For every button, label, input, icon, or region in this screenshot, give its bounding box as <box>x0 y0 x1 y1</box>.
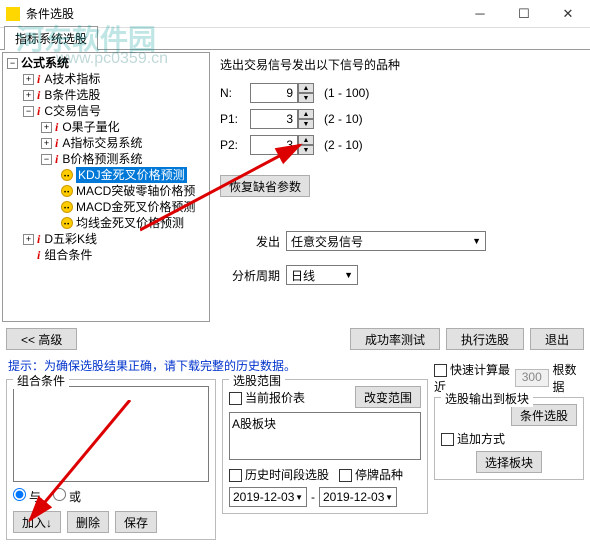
tree-item-a[interactable]: A技术指标 <box>44 71 100 87</box>
delete-button[interactable]: 删除 <box>67 511 109 533</box>
period-select[interactable]: 日线 ▼ <box>286 265 358 285</box>
p2-label: P2: <box>220 138 250 152</box>
p1-label: P1: <box>220 112 250 126</box>
signal-select[interactable]: 任意交易信号 ▼ <box>286 231 486 251</box>
tree-item-c[interactable]: C交易信号 <box>44 103 101 119</box>
expander-icon[interactable]: − <box>7 58 18 69</box>
tree-item-c-o[interactable]: O果子量化 <box>62 119 119 135</box>
tree-item-c-b[interactable]: B价格预测系统 <box>62 151 142 167</box>
radio-or[interactable]: 或 <box>53 488 81 505</box>
expander-icon[interactable]: + <box>23 234 34 245</box>
spin-down-icon[interactable]: ▼ <box>298 119 314 129</box>
chevron-down-icon: ▼ <box>344 270 353 280</box>
signal-value: 任意交易信号 <box>291 233 363 250</box>
expander-icon[interactable]: + <box>23 74 34 85</box>
unit-label: 根数据 <box>553 361 585 395</box>
smile-icon <box>61 217 73 229</box>
spin-up-icon[interactable]: ▲ <box>298 135 314 145</box>
combo-listbox[interactable] <box>13 386 209 482</box>
p1-input[interactable] <box>250 109 298 129</box>
chevron-down-icon: ▼ <box>472 236 481 246</box>
smile-icon <box>61 169 73 181</box>
smile-icon <box>61 201 73 213</box>
p2-range: (2 - 10) <box>324 138 363 152</box>
success-test-button[interactable]: 成功率测试 <box>350 328 440 350</box>
n-range: (1 - 100) <box>324 86 369 100</box>
window-title: 条件选股 <box>26 5 458 22</box>
scope-item: A股板块 <box>232 417 276 431</box>
chevron-down-icon: ▼ <box>295 493 303 502</box>
tree-item-b[interactable]: B条件选股 <box>44 87 100 103</box>
maximize-button[interactable]: ☐ <box>502 0 546 28</box>
tree-item-c-a[interactable]: A指标交易系统 <box>62 135 142 151</box>
expander-icon[interactable]: + <box>41 138 52 149</box>
n-label: N: <box>220 86 250 100</box>
save-button[interactable]: 保存 <box>115 511 157 533</box>
count-input: 300 <box>515 369 549 387</box>
append-checkbox[interactable]: 追加方式 <box>441 430 577 447</box>
spin-down-icon[interactable]: ▼ <box>298 93 314 103</box>
scope-list[interactable]: A股板块 <box>229 412 421 460</box>
tree-item-e[interactable]: 组合条件 <box>44 247 92 263</box>
combo-title: 组合条件 <box>13 372 69 389</box>
run-button[interactable]: 执行选股 <box>446 328 524 350</box>
tree-item-d[interactable]: D五彩K线 <box>44 231 97 247</box>
spin-up-icon[interactable]: ▲ <box>298 83 314 93</box>
scope-title: 选股范围 <box>229 372 285 389</box>
history-checkbox[interactable]: 历史时间段选股 <box>229 466 329 483</box>
expander-icon[interactable]: + <box>23 90 34 101</box>
date-to[interactable]: 2019-12-03▼ <box>319 487 397 507</box>
expander-icon[interactable]: + <box>41 122 52 133</box>
radio-and[interactable]: 与 <box>13 488 41 505</box>
spin-up-icon[interactable]: ▲ <box>298 109 314 119</box>
expander-icon[interactable]: − <box>23 106 34 117</box>
advanced-button[interactable]: << 高级 <box>6 328 77 350</box>
tree-item-macd1[interactable]: MACD突破零轴价格预 <box>76 183 195 199</box>
add-button[interactable]: 加入↓ <box>13 511 61 533</box>
period-value: 日线 <box>291 267 315 284</box>
cond-select-button[interactable]: 条件选股 <box>511 404 577 426</box>
spin-down-icon[interactable]: ▼ <box>298 145 314 155</box>
tree-root[interactable]: 公式系统 <box>21 55 69 71</box>
app-icon <box>6 7 20 21</box>
tree-item-ma[interactable]: 均线金死叉价格预测 <box>76 215 184 231</box>
suspend-checkbox[interactable]: 停牌品种 <box>339 466 403 483</box>
formula-tree[interactable]: −公式系统 +iA技术指标 +iB条件选股 −iC交易信号 +iO果子量化 +i… <box>2 52 210 322</box>
p1-range: (2 - 10) <box>324 112 363 126</box>
tree-item-macd2[interactable]: MACD金死叉价格预测 <box>76 199 195 215</box>
n-input[interactable] <box>250 83 298 103</box>
period-label: 分析周期 <box>220 267 280 284</box>
select-block-button[interactable]: 选择板块 <box>476 451 542 473</box>
exit-button[interactable]: 退出 <box>530 328 584 350</box>
minimize-button[interactable]: ─ <box>458 0 502 28</box>
smile-icon <box>61 185 73 197</box>
tree-item-kdj[interactable]: KDJ金死叉价格预测 <box>76 167 187 183</box>
expander-icon[interactable]: − <box>41 154 52 165</box>
date-from[interactable]: 2019-12-03▼ <box>229 487 307 507</box>
p2-input[interactable] <box>250 135 298 155</box>
tab-indicator-system[interactable]: 指标系统选股 <box>4 26 98 50</box>
output-title: 选股输出到板块 <box>441 390 533 407</box>
restore-defaults-button[interactable]: 恢复缺省参数 <box>220 175 310 197</box>
change-scope-button[interactable]: 改变范围 <box>355 386 421 408</box>
current-quote-checkbox[interactable]: 当前报价表 <box>229 389 305 406</box>
close-button[interactable]: ✕ <box>546 0 590 28</box>
signal-label: 发出 <box>220 233 280 250</box>
params-title: 选出交易信号发出以下信号的品种 <box>220 56 582 73</box>
chevron-down-icon: ▼ <box>385 493 393 502</box>
